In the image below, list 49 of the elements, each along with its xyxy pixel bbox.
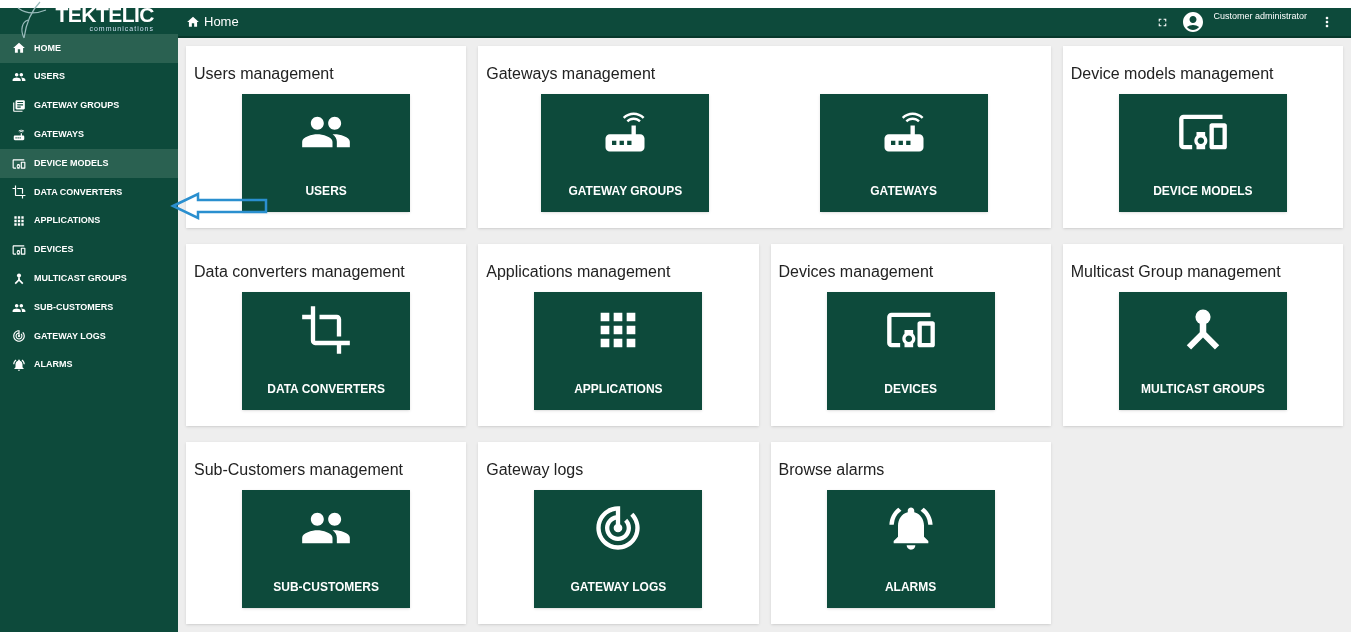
sidebar-item[interactable]: DEVICE MODELS	[0, 149, 178, 178]
sidebar-item[interactable]: APPLICATIONS	[0, 206, 178, 236]
sidebar-item[interactable]: GATEWAY LOGS	[0, 321, 178, 351]
user-role: Customer administrator	[1213, 10, 1307, 23]
tile-button[interactable]: SUB-CUSTOMERS	[242, 490, 411, 608]
card-title: Users management	[194, 66, 335, 82]
devices-icon	[12, 156, 26, 171]
card-title: Gateway logs	[486, 462, 585, 478]
tile-button[interactable]: GATEWAYS	[819, 94, 988, 212]
crop-icon	[300, 304, 353, 356]
router-icon	[12, 127, 26, 142]
tile-button[interactable]: USERS	[242, 94, 411, 212]
card-title: Applications management	[486, 264, 672, 280]
sidebar-item[interactable]: DEVICES	[0, 235, 178, 265]
branch-icon	[12, 271, 26, 286]
sidebar-item[interactable]: DATA CONVERTERS	[0, 178, 178, 207]
crop-icon	[12, 185, 26, 200]
sidebar-item[interactable]: GATEWAY GROUPS	[0, 91, 178, 121]
radar-icon	[12, 329, 26, 344]
stacked-list-icon	[12, 99, 26, 113]
sidebar-item[interactable]: HOME	[0, 34, 178, 63]
sidebar-item[interactable]: USERS	[0, 62, 178, 92]
card-title: Device models management	[1070, 66, 1275, 82]
devices-icon	[12, 242, 26, 257]
grid-icon	[12, 214, 26, 229]
tile-button[interactable]: ALARMS	[826, 490, 995, 608]
card-title: Browse alarms	[778, 462, 886, 478]
tile-button[interactable]: MULTICAST GROUPS	[1118, 292, 1287, 410]
logo-text: TEKTELIC	[55, 4, 154, 25]
card-title: Data converters management	[194, 264, 406, 280]
sidebar-item[interactable]: MULTICAST GROUPS	[0, 264, 178, 294]
card-title: Gateways management	[486, 66, 657, 82]
tile-button[interactable]: GATEWAY LOGS	[534, 490, 703, 608]
tile-button[interactable]: DATA CONVERTERS	[242, 292, 411, 410]
sidebar-item[interactable]: SUB-CUSTOMERS	[0, 293, 178, 322]
tile-button[interactable]: APPLICATIONS	[534, 292, 703, 410]
page-title: Home	[204, 13, 239, 32]
card-title: Sub-Customers management	[194, 462, 404, 478]
tile-button[interactable]: DEVICES	[826, 292, 995, 410]
tile-button[interactable]: GATEWAY GROUPS	[541, 94, 710, 212]
sidebar-item[interactable]: ALARMS	[0, 350, 178, 380]
home-icon	[186, 15, 200, 29]
account-icon[interactable]	[1181, 10, 1206, 34]
sidebar-item[interactable]: GATEWAYS	[0, 120, 178, 150]
bell-icon	[12, 358, 26, 373]
card-title: Devices management	[778, 264, 935, 280]
tile-button[interactable]: DEVICE MODELS	[1118, 94, 1287, 212]
home-icon	[12, 41, 26, 56]
card-title: Multicast Group management	[1070, 264, 1282, 280]
